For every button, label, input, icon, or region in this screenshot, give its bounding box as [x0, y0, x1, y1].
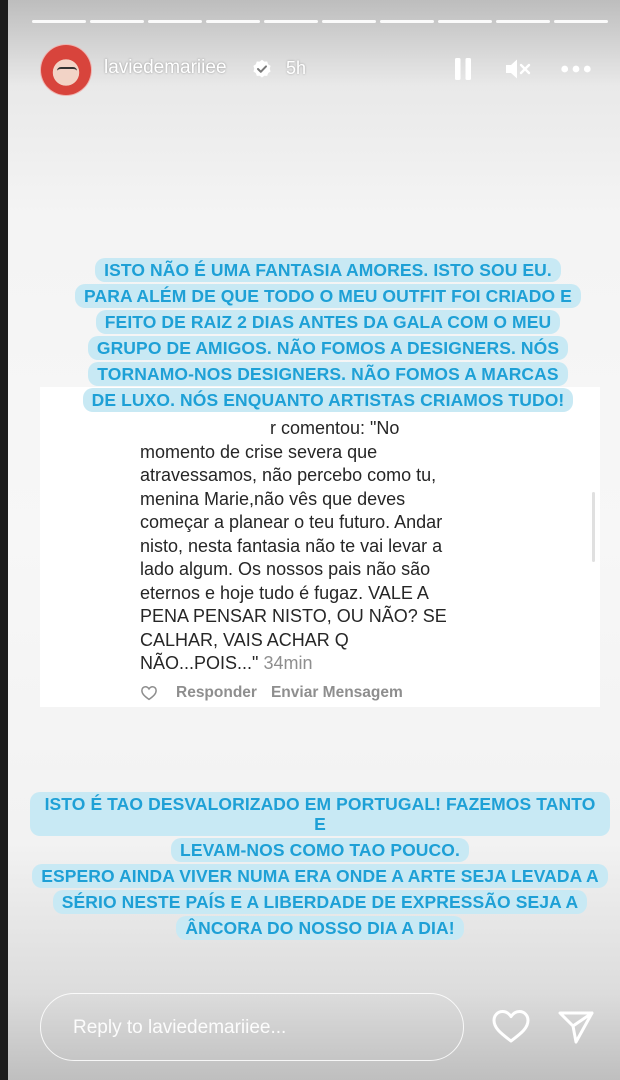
story-caption-bottom: ISTO É TAO DESVALORIZADO EM PORTUGAL! FA…	[30, 791, 610, 941]
progress-segment	[496, 20, 550, 23]
comment-line: eternos e hoje tudo é fugaz. VALE A	[140, 582, 429, 603]
comment-line-last: NÃO...POIS..." 34min	[140, 652, 500, 676]
caption-line: ESPERO AINDA VIVER NUMA ERA ONDE A ARTE …	[32, 864, 608, 888]
caption-line: TORNAMO-NOS DESIGNERS. NÃO FOMOS A MARCA…	[88, 362, 568, 386]
verified-icon	[253, 59, 271, 78]
story-progress-bar	[32, 20, 608, 23]
caption-line: ISTO NÃO É UMA FANTASIA AMORES. ISTO SOU…	[95, 258, 561, 282]
comment-line: momento de crise severa que	[140, 441, 378, 462]
username[interactable]: laviedemariiee	[104, 57, 227, 79]
more-options-button[interactable]	[560, 54, 592, 84]
progress-segment	[554, 20, 608, 23]
left-edge	[0, 0, 8, 1080]
comment-scrollbar	[592, 492, 595, 562]
caption-line: ÂNCORA DO NOSSO DIA A DIA!	[176, 916, 464, 940]
comment-screenshot: r comentou: "No momento de crise severa …	[40, 387, 600, 707]
reply-input[interactable]	[71, 1012, 445, 1044]
caption-line: PARA ALÉM DE QUE TODO O MEU OUTFIT FOI C…	[75, 284, 581, 308]
progress-segment	[380, 20, 434, 23]
heart-icon[interactable]	[491, 1007, 531, 1045]
comment-reply-link: Responder	[176, 684, 257, 701]
comment-text: r comentou: "No momento de crise severa …	[140, 417, 500, 676]
comment-line: nisto, nesta fantasia não te vai levar a	[140, 535, 443, 556]
progress-segment	[148, 20, 202, 23]
caption-line: DE LUXO. NÓS ENQUANTO ARTISTAS CRIAMOS T…	[82, 388, 574, 412]
comment-send-message-link: Enviar Mensagem	[270, 684, 403, 701]
progress-segment	[322, 20, 376, 23]
story-viewer[interactable]: laviedemariiee 5h r comentou: "No moment…	[8, 0, 620, 1080]
comment-line: lado algum. Os nossos pais não são	[140, 559, 431, 579]
caption-line: GRUPO DE AMIGOS. NÃO FOMOS A DESIGNERS. …	[87, 336, 569, 360]
comment-line: começar a planear o teu futuro. Andar	[140, 512, 443, 532]
comment-line: menina Marie,não vês que deves	[140, 488, 406, 509]
comment-time: 34min	[263, 653, 313, 673]
caption-line: SÉRIO NESTE PAÍS E A LIBERDADE DE EXPRES…	[52, 890, 588, 914]
avatar[interactable]	[40, 44, 92, 96]
comment-actions: Responder Enviar Mensagem	[140, 684, 403, 702]
reply-field[interactable]	[40, 993, 464, 1061]
pause-icon	[455, 58, 471, 80]
mute-icon	[506, 59, 531, 79]
pause-button[interactable]	[447, 54, 479, 84]
comment-line: NÃO...POIS..."	[140, 653, 259, 673]
comment-line: CALHAR, VAIS ACHAR Q	[140, 629, 349, 650]
progress-segment	[264, 20, 318, 23]
caption-line: LEVAM-NOS COMO TAO POUCO.	[171, 838, 469, 862]
more-icon	[561, 65, 591, 73]
story-header: laviedemariiee 5h	[32, 42, 612, 98]
progress-segment	[438, 20, 492, 23]
caption-line: ISTO É TAO DESVALORIZADO EM PORTUGAL! FA…	[30, 792, 610, 836]
progress-segment	[32, 20, 86, 23]
progress-segment	[206, 20, 260, 23]
comment-line: atravessamos, não percebo como tu,	[140, 465, 437, 485]
progress-segment	[90, 20, 144, 23]
story-time: 5h	[286, 58, 307, 78]
send-icon[interactable]	[556, 1008, 596, 1046]
comment-line: r comentou: "No	[270, 418, 400, 438]
caption-line: FEITO DE RAIZ 2 DIAS ANTES DA GALA COM O…	[95, 310, 561, 334]
comment-like-icon	[141, 686, 157, 701]
comment-line: PENA PENSAR NISTO, OU NÃO? SE	[140, 606, 447, 626]
story-caption-top: ISTO NÃO É UMA FANTASIA AMORES. ISTO SOU…	[58, 257, 598, 413]
mute-button[interactable]	[502, 54, 534, 84]
